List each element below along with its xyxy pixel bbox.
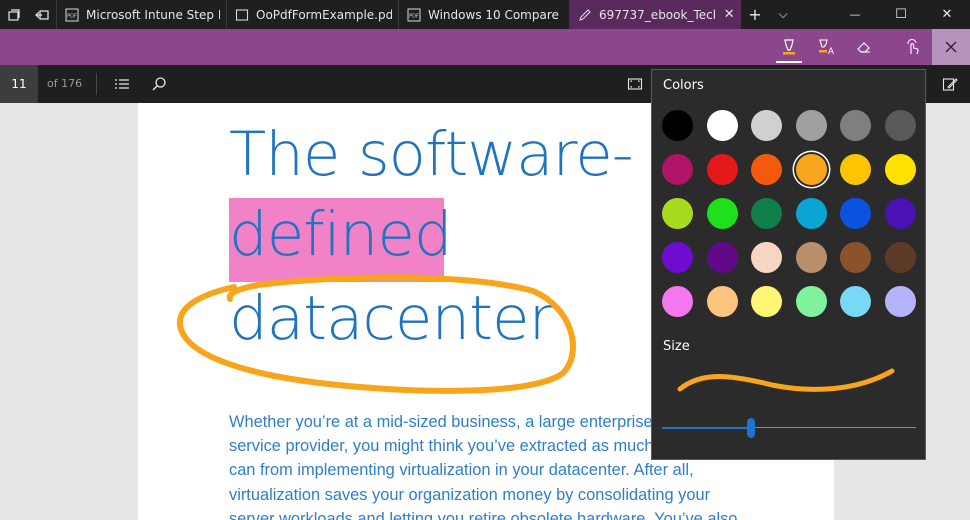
tab-close-icon[interactable]: ✕ <box>723 7 735 22</box>
color-swatch[interactable] <box>840 198 871 229</box>
tab-title: 697737_ebook_TechPre <box>599 7 715 22</box>
fit-page-icon <box>627 78 643 90</box>
tab-intune[interactable]: PDF Microsoft Intune Step By Ste <box>56 0 226 29</box>
size-slider[interactable] <box>662 418 916 438</box>
color-swatch[interactable] <box>662 154 693 185</box>
svg-text:PDF: PDF <box>409 13 419 19</box>
pdf-icon: PDF <box>407 8 421 21</box>
list-icon <box>115 79 129 89</box>
maximize-button[interactable]: ☐ <box>878 0 924 29</box>
color-swatch[interactable] <box>706 242 738 273</box>
close-window-button[interactable]: ✕ <box>924 0 970 29</box>
touch-writing-tool[interactable] <box>894 29 932 65</box>
color-swatch[interactable] <box>662 110 693 141</box>
pen-colors-flyout: Colors Size <box>651 69 926 460</box>
stroke-size-preview <box>677 368 895 392</box>
eraser-tool[interactable] <box>845 29 883 65</box>
color-swatch[interactable] <box>662 198 693 229</box>
color-swatch[interactable] <box>751 198 782 229</box>
color-swatch[interactable] <box>706 154 738 185</box>
color-swatch[interactable] <box>662 242 693 273</box>
color-swatch[interactable] <box>840 110 871 141</box>
add-notes-button[interactable] <box>936 65 964 103</box>
highlighter-tool[interactable]: A <box>807 29 845 65</box>
pen-icon <box>579 8 591 21</box>
pdf-icon: PDF <box>65 8 79 21</box>
tab-windows10[interactable]: PDF Windows 10 Compare Editio <box>398 0 569 29</box>
new-tab-button[interactable]: + <box>741 0 769 29</box>
titlebar-drag-area[interactable] <box>797 0 832 29</box>
size-slider-thumb[interactable] <box>747 418 755 438</box>
contents-button[interactable] <box>108 65 136 103</box>
color-swatch[interactable] <box>751 154 782 185</box>
color-swatch[interactable] <box>884 286 916 317</box>
minimize-button[interactable]: — <box>832 0 878 29</box>
color-swatch[interactable] <box>662 286 693 317</box>
color-swatch[interactable] <box>706 286 738 317</box>
eraser-icon <box>857 42 870 53</box>
tab-list-chevron-icon[interactable]: ⌵ <box>769 0 797 29</box>
tab-ebook-active[interactable]: 697737_ebook_TechPre ✕ <box>569 0 741 29</box>
color-swatch[interactable] <box>795 286 827 317</box>
tab-title: Windows 10 Compare Editio <box>428 7 563 22</box>
close-icon <box>945 41 957 53</box>
color-swatch[interactable] <box>884 110 916 141</box>
size-heading: Size <box>663 339 690 354</box>
color-swatch[interactable] <box>840 242 871 273</box>
page-count-label: of 176 <box>47 77 83 90</box>
color-swatch[interactable] <box>840 286 871 317</box>
color-swatch[interactable] <box>884 242 916 273</box>
color-swatch[interactable] <box>884 154 916 185</box>
tab-title: OoPdfFormExample.pdf <box>256 7 392 22</box>
tab-preview-icon[interactable] <box>0 0 28 29</box>
edge-browser-window: PDF Microsoft Intune Step By Ste OoPdfFo… <box>0 0 970 520</box>
color-swatch[interactable] <box>751 242 782 273</box>
search-button[interactable] <box>145 65 173 103</box>
size-slider-fill <box>662 427 751 429</box>
svg-text:A: A <box>828 47 835 56</box>
svg-text:PDF: PDF <box>67 13 77 19</box>
color-swatch[interactable] <box>706 110 738 141</box>
document-icon <box>235 8 249 21</box>
color-swatch[interactable] <box>795 242 827 273</box>
ink-toolbar: A <box>0 29 970 65</box>
tab-title: Microsoft Intune Step By Ste <box>86 7 220 22</box>
color-swatch[interactable] <box>751 110 782 141</box>
color-swatch[interactable] <box>795 198 827 229</box>
exit-ink-button[interactable] <box>932 29 970 65</box>
toolbar-divider <box>96 73 97 95</box>
color-swatch[interactable] <box>840 154 871 185</box>
color-swatch[interactable] <box>751 286 782 317</box>
fit-page-button[interactable] <box>621 65 649 103</box>
set-tabs-aside-icon[interactable] <box>28 0 56 29</box>
tab-oopdf[interactable]: OoPdfFormExample.pdf <box>226 0 398 29</box>
ballpoint-pen-tool[interactable] <box>770 29 808 65</box>
highlighter-icon: A <box>819 39 835 56</box>
color-swatch[interactable] <box>884 198 916 229</box>
search-icon <box>152 77 166 91</box>
pen-icon <box>783 39 795 55</box>
touch-hand-icon <box>907 39 919 55</box>
color-swatch[interactable] <box>706 198 738 229</box>
page-number-input[interactable]: 11 <box>0 65 38 103</box>
color-swatch[interactable] <box>795 154 827 185</box>
add-notes-icon <box>942 78 958 91</box>
size-slider-track <box>751 427 916 428</box>
colors-heading: Colors <box>663 78 704 93</box>
color-swatch[interactable] <box>795 110 827 141</box>
tab-bar: PDF Microsoft Intune Step By Ste OoPdfFo… <box>0 0 970 29</box>
